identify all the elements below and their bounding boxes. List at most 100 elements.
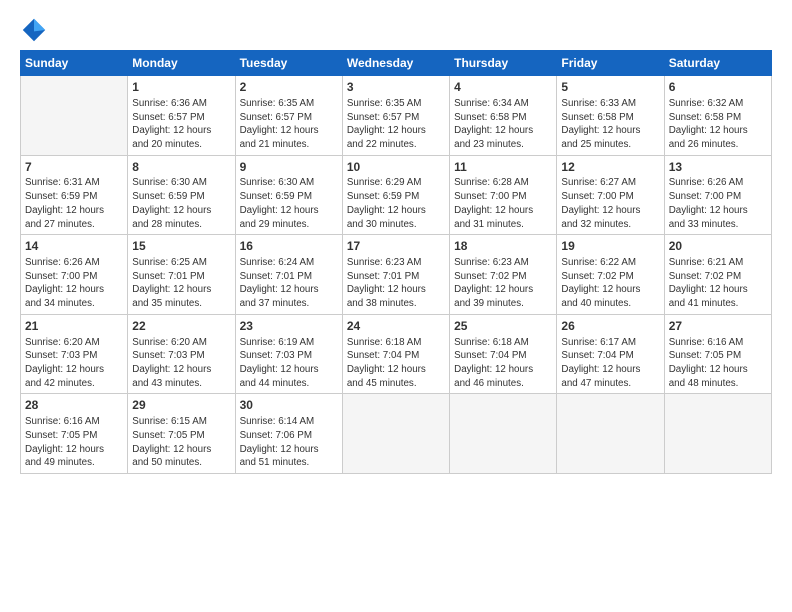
header-row xyxy=(20,16,772,44)
calendar-cell: 25Sunrise: 6:18 AMSunset: 7:04 PMDayligh… xyxy=(450,314,557,394)
day-info: Sunrise: 6:27 AMSunset: 7:00 PMDaylight:… xyxy=(561,176,659,231)
day-header-wednesday: Wednesday xyxy=(342,51,449,76)
calendar-cell: 21Sunrise: 6:20 AMSunset: 7:03 PMDayligh… xyxy=(21,314,128,394)
logo-icon xyxy=(20,16,48,44)
calendar-cell: 17Sunrise: 6:23 AMSunset: 7:01 PMDayligh… xyxy=(342,235,449,315)
calendar-cell: 20Sunrise: 6:21 AMSunset: 7:02 PMDayligh… xyxy=(664,235,771,315)
day-info: Sunrise: 6:21 AMSunset: 7:02 PMDaylight:… xyxy=(669,256,767,311)
day-number: 18 xyxy=(454,238,552,255)
calendar-cell xyxy=(557,394,664,474)
calendar-table: SundayMondayTuesdayWednesdayThursdayFrid… xyxy=(20,50,772,474)
day-info: Sunrise: 6:28 AMSunset: 7:00 PMDaylight:… xyxy=(454,176,552,231)
header-row-days: SundayMondayTuesdayWednesdayThursdayFrid… xyxy=(21,51,772,76)
day-header-tuesday: Tuesday xyxy=(235,51,342,76)
day-number: 29 xyxy=(132,397,230,414)
day-number: 2 xyxy=(240,79,338,96)
calendar-cell: 11Sunrise: 6:28 AMSunset: 7:00 PMDayligh… xyxy=(450,155,557,235)
calendar-cell: 3Sunrise: 6:35 AMSunset: 6:57 PMDaylight… xyxy=(342,76,449,156)
day-number: 8 xyxy=(132,159,230,176)
day-info: Sunrise: 6:35 AMSunset: 6:57 PMDaylight:… xyxy=(240,97,338,152)
day-info: Sunrise: 6:36 AMSunset: 6:57 PMDaylight:… xyxy=(132,97,230,152)
day-number: 9 xyxy=(240,159,338,176)
day-number: 7 xyxy=(25,159,123,176)
day-number: 15 xyxy=(132,238,230,255)
day-header-friday: Friday xyxy=(557,51,664,76)
day-info: Sunrise: 6:15 AMSunset: 7:05 PMDaylight:… xyxy=(132,415,230,470)
calendar-week-1: 1Sunrise: 6:36 AMSunset: 6:57 PMDaylight… xyxy=(21,76,772,156)
calendar-cell: 26Sunrise: 6:17 AMSunset: 7:04 PMDayligh… xyxy=(557,314,664,394)
calendar-cell: 19Sunrise: 6:22 AMSunset: 7:02 PMDayligh… xyxy=(557,235,664,315)
day-info: Sunrise: 6:23 AMSunset: 7:01 PMDaylight:… xyxy=(347,256,445,311)
day-number: 10 xyxy=(347,159,445,176)
day-number: 1 xyxy=(132,79,230,96)
day-header-sunday: Sunday xyxy=(21,51,128,76)
calendar-cell: 16Sunrise: 6:24 AMSunset: 7:01 PMDayligh… xyxy=(235,235,342,315)
calendar-cell xyxy=(342,394,449,474)
calendar-cell: 6Sunrise: 6:32 AMSunset: 6:58 PMDaylight… xyxy=(664,76,771,156)
calendar-cell: 8Sunrise: 6:30 AMSunset: 6:59 PMDaylight… xyxy=(128,155,235,235)
day-info: Sunrise: 6:26 AMSunset: 7:00 PMDaylight:… xyxy=(25,256,123,311)
day-info: Sunrise: 6:25 AMSunset: 7:01 PMDaylight:… xyxy=(132,256,230,311)
day-info: Sunrise: 6:26 AMSunset: 7:00 PMDaylight:… xyxy=(669,176,767,231)
day-number: 4 xyxy=(454,79,552,96)
day-info: Sunrise: 6:30 AMSunset: 6:59 PMDaylight:… xyxy=(240,176,338,231)
day-info: Sunrise: 6:22 AMSunset: 7:02 PMDaylight:… xyxy=(561,256,659,311)
day-header-saturday: Saturday xyxy=(664,51,771,76)
calendar-week-5: 28Sunrise: 6:16 AMSunset: 7:05 PMDayligh… xyxy=(21,394,772,474)
calendar-cell: 22Sunrise: 6:20 AMSunset: 7:03 PMDayligh… xyxy=(128,314,235,394)
calendar-cell xyxy=(21,76,128,156)
day-number: 22 xyxy=(132,318,230,335)
day-number: 25 xyxy=(454,318,552,335)
day-info: Sunrise: 6:14 AMSunset: 7:06 PMDaylight:… xyxy=(240,415,338,470)
calendar-cell: 28Sunrise: 6:16 AMSunset: 7:05 PMDayligh… xyxy=(21,394,128,474)
day-number: 27 xyxy=(669,318,767,335)
calendar-body: 1Sunrise: 6:36 AMSunset: 6:57 PMDaylight… xyxy=(21,76,772,474)
calendar-header: SundayMondayTuesdayWednesdayThursdayFrid… xyxy=(21,51,772,76)
day-info: Sunrise: 6:31 AMSunset: 6:59 PMDaylight:… xyxy=(25,176,123,231)
day-info: Sunrise: 6:34 AMSunset: 6:58 PMDaylight:… xyxy=(454,97,552,152)
calendar-cell: 13Sunrise: 6:26 AMSunset: 7:00 PMDayligh… xyxy=(664,155,771,235)
day-info: Sunrise: 6:16 AMSunset: 7:05 PMDaylight:… xyxy=(669,336,767,391)
calendar-cell: 7Sunrise: 6:31 AMSunset: 6:59 PMDaylight… xyxy=(21,155,128,235)
calendar-cell: 12Sunrise: 6:27 AMSunset: 7:00 PMDayligh… xyxy=(557,155,664,235)
day-number: 23 xyxy=(240,318,338,335)
day-info: Sunrise: 6:29 AMSunset: 6:59 PMDaylight:… xyxy=(347,176,445,231)
day-info: Sunrise: 6:17 AMSunset: 7:04 PMDaylight:… xyxy=(561,336,659,391)
calendar-week-3: 14Sunrise: 6:26 AMSunset: 7:00 PMDayligh… xyxy=(21,235,772,315)
day-info: Sunrise: 6:32 AMSunset: 6:58 PMDaylight:… xyxy=(669,97,767,152)
day-info: Sunrise: 6:30 AMSunset: 6:59 PMDaylight:… xyxy=(132,176,230,231)
day-info: Sunrise: 6:18 AMSunset: 7:04 PMDaylight:… xyxy=(454,336,552,391)
calendar-cell: 9Sunrise: 6:30 AMSunset: 6:59 PMDaylight… xyxy=(235,155,342,235)
calendar-cell: 18Sunrise: 6:23 AMSunset: 7:02 PMDayligh… xyxy=(450,235,557,315)
day-info: Sunrise: 6:19 AMSunset: 7:03 PMDaylight:… xyxy=(240,336,338,391)
day-number: 14 xyxy=(25,238,123,255)
day-number: 3 xyxy=(347,79,445,96)
page-container: SundayMondayTuesdayWednesdayThursdayFrid… xyxy=(0,0,792,484)
logo xyxy=(20,16,52,44)
calendar-cell: 23Sunrise: 6:19 AMSunset: 7:03 PMDayligh… xyxy=(235,314,342,394)
day-info: Sunrise: 6:33 AMSunset: 6:58 PMDaylight:… xyxy=(561,97,659,152)
calendar-cell: 5Sunrise: 6:33 AMSunset: 6:58 PMDaylight… xyxy=(557,76,664,156)
calendar-week-2: 7Sunrise: 6:31 AMSunset: 6:59 PMDaylight… xyxy=(21,155,772,235)
calendar-week-4: 21Sunrise: 6:20 AMSunset: 7:03 PMDayligh… xyxy=(21,314,772,394)
calendar-cell: 1Sunrise: 6:36 AMSunset: 6:57 PMDaylight… xyxy=(128,76,235,156)
day-number: 17 xyxy=(347,238,445,255)
day-number: 11 xyxy=(454,159,552,176)
day-info: Sunrise: 6:16 AMSunset: 7:05 PMDaylight:… xyxy=(25,415,123,470)
day-info: Sunrise: 6:24 AMSunset: 7:01 PMDaylight:… xyxy=(240,256,338,311)
calendar-cell: 14Sunrise: 6:26 AMSunset: 7:00 PMDayligh… xyxy=(21,235,128,315)
calendar-cell: 29Sunrise: 6:15 AMSunset: 7:05 PMDayligh… xyxy=(128,394,235,474)
calendar-cell: 4Sunrise: 6:34 AMSunset: 6:58 PMDaylight… xyxy=(450,76,557,156)
day-info: Sunrise: 6:23 AMSunset: 7:02 PMDaylight:… xyxy=(454,256,552,311)
day-info: Sunrise: 6:18 AMSunset: 7:04 PMDaylight:… xyxy=(347,336,445,391)
day-number: 24 xyxy=(347,318,445,335)
calendar-cell: 15Sunrise: 6:25 AMSunset: 7:01 PMDayligh… xyxy=(128,235,235,315)
calendar-cell xyxy=(664,394,771,474)
day-number: 13 xyxy=(669,159,767,176)
day-info: Sunrise: 6:35 AMSunset: 6:57 PMDaylight:… xyxy=(347,97,445,152)
calendar-cell: 24Sunrise: 6:18 AMSunset: 7:04 PMDayligh… xyxy=(342,314,449,394)
day-header-thursday: Thursday xyxy=(450,51,557,76)
day-number: 16 xyxy=(240,238,338,255)
day-number: 21 xyxy=(25,318,123,335)
calendar-cell: 10Sunrise: 6:29 AMSunset: 6:59 PMDayligh… xyxy=(342,155,449,235)
